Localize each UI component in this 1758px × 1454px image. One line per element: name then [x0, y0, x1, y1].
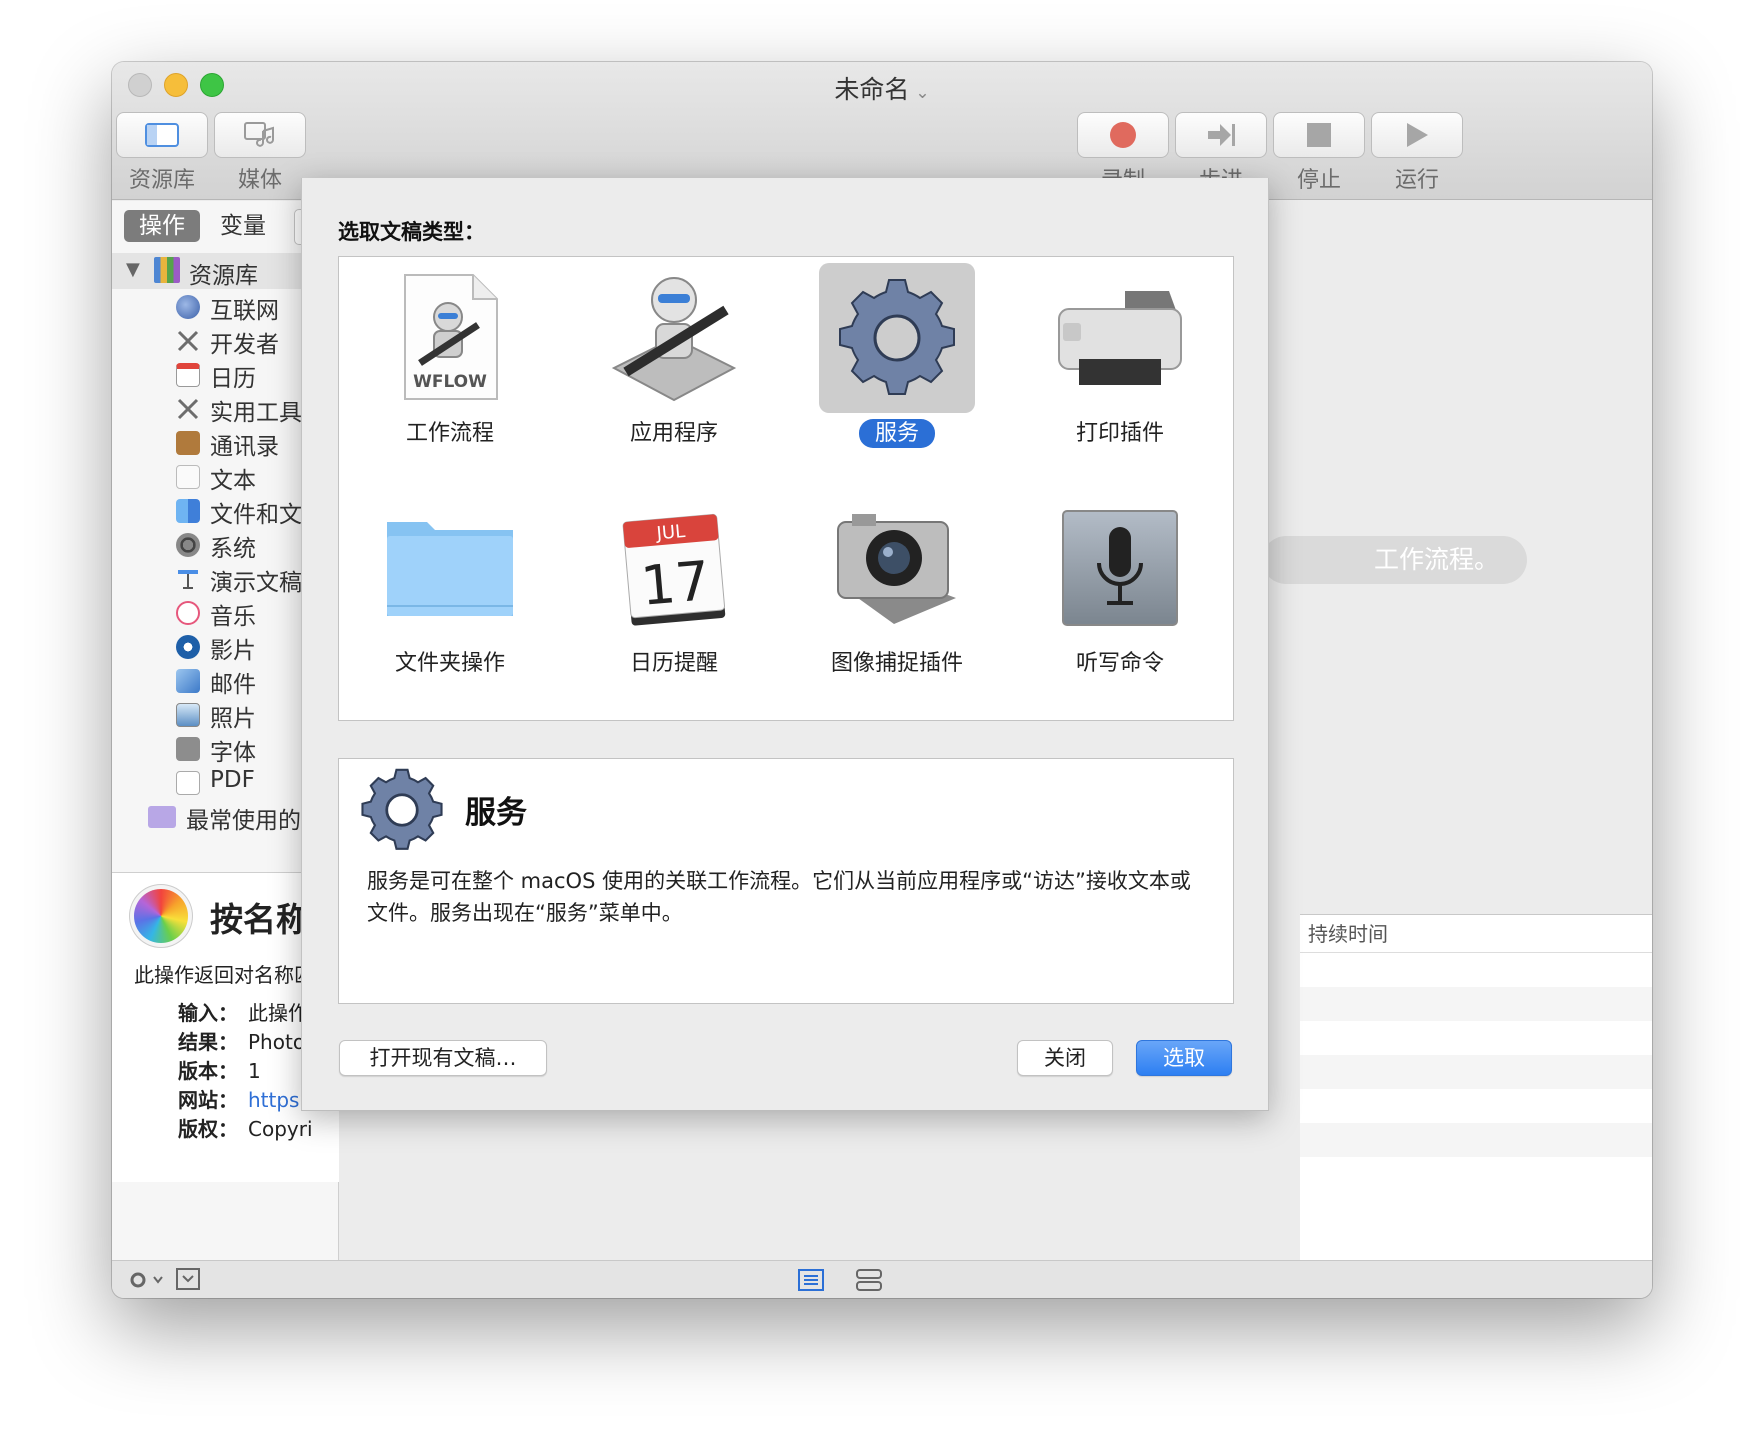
- type-label: 日历提醒: [629, 651, 718, 676]
- stop-icon: [1307, 123, 1331, 147]
- keynote-icon: [176, 567, 200, 591]
- type-dictation-command[interactable]: 听写命令: [1009, 487, 1231, 717]
- utilities-icon: [176, 397, 200, 421]
- document-type-grid: WFLOW 工作流程 应用程序 服务 打印插件 文件夹操作 JUL 17 日历提…: [338, 256, 1234, 721]
- info-row-copyright: 版权： Copyri: [178, 1117, 313, 1141]
- library-label: 资源库: [128, 168, 195, 193]
- type-service[interactable]: 服务: [786, 257, 1008, 487]
- library-toggle-button[interactable]: [116, 112, 208, 158]
- media-label: 媒体: [237, 168, 282, 193]
- smart-folder-icon: [148, 806, 176, 828]
- disclosure-triangle-icon[interactable]: ▼: [126, 259, 140, 280]
- run-button[interactable]: [1371, 112, 1463, 158]
- globe-icon: [176, 295, 200, 319]
- music-icon: [176, 601, 200, 625]
- photos-app-icon: [134, 889, 188, 943]
- calendar-icon: [176, 363, 200, 387]
- library-group-label: 资源库: [189, 263, 258, 289]
- svg-text:WFLOW: WFLOW: [413, 372, 487, 392]
- column-view-icon[interactable]: [856, 1269, 882, 1291]
- window-title[interactable]: 未命名 ⌄: [112, 70, 1652, 106]
- record-button[interactable]: [1077, 112, 1169, 158]
- step-button[interactable]: [1175, 112, 1267, 158]
- type-label: 图像捕捉插件: [830, 651, 963, 676]
- list-view-icon[interactable]: [798, 1269, 824, 1291]
- canvas-hint: 工作流程。: [1262, 536, 1527, 584]
- bottom-bar: [112, 1260, 1652, 1298]
- choose-button[interactable]: 选取: [1136, 1040, 1232, 1076]
- font-icon: [176, 737, 200, 761]
- text-icon: [176, 465, 200, 489]
- type-workflow[interactable]: WFLOW 工作流程: [339, 257, 561, 487]
- info-row-website: 网站： https://: [178, 1088, 320, 1112]
- pdf-icon: [176, 771, 200, 795]
- type-label: 文件夹操作: [394, 651, 505, 676]
- choose-document-type-sheet: 选取文稿类型： WFLOW 工作流程 应用程序 服务 打印插件 文件夹操作 JU…: [301, 178, 1269, 1111]
- contacts-icon: [176, 431, 200, 455]
- type-image-capture-plugin[interactable]: 图像捕捉插件: [786, 487, 1008, 717]
- info-row-result: 结果： Photos: [178, 1030, 316, 1054]
- gear-menu-icon[interactable]: [128, 1270, 168, 1290]
- tab-actions[interactable]: 操作: [124, 210, 200, 242]
- description-title: 服务: [465, 795, 527, 831]
- tab-variables[interactable]: 变量: [220, 210, 266, 242]
- svg-text:JUL: JUL: [655, 521, 686, 544]
- type-print-plugin[interactable]: 打印插件: [1009, 257, 1231, 487]
- stop-button[interactable]: [1273, 112, 1365, 158]
- photos-icon: [176, 703, 200, 727]
- type-label: 打印插件: [1075, 421, 1164, 446]
- library-books-icon: [154, 257, 180, 283]
- log-column-duration[interactable]: 持续时间: [1300, 915, 1652, 953]
- service-gear-icon: [361, 768, 443, 850]
- mail-icon: [176, 669, 200, 693]
- quicktime-icon: [176, 635, 200, 659]
- type-description-box: 服务 服务是可在整个 macOS 使用的关联工作流程。它们从当前应用程序或“访达…: [338, 758, 1234, 1004]
- sidebar-icon: [145, 123, 179, 147]
- show-description-icon[interactable]: [176, 1268, 200, 1290]
- close-button[interactable]: 关闭: [1017, 1040, 1113, 1076]
- type-calendar-alarm[interactable]: JUL 17 日历提醒: [563, 487, 785, 717]
- log-panel: 持续时间: [1300, 914, 1652, 1260]
- media-icon: [244, 122, 274, 147]
- automator-robot-icon: [596, 263, 752, 413]
- type-label: 听写命令: [1075, 651, 1164, 676]
- play-icon: [1407, 123, 1428, 147]
- workflow-file-icon: WFLOW: [372, 263, 528, 413]
- type-label: 服务: [786, 415, 1008, 448]
- tools-icon: [176, 329, 200, 353]
- type-label: 应用程序: [629, 421, 718, 446]
- record-icon: [1110, 122, 1136, 148]
- type-application[interactable]: 应用程序: [563, 257, 785, 487]
- finder-icon: [176, 499, 200, 523]
- run-label: 运行: [1394, 168, 1439, 193]
- folder-icon: [372, 493, 528, 643]
- description-text: 服务是可在整个 macOS 使用的关联工作流程。它们从当前应用程序或“访达”接收…: [367, 869, 1191, 925]
- step-icon: [1208, 124, 1235, 146]
- type-label: 工作流程: [405, 421, 494, 446]
- type-folder-action[interactable]: 文件夹操作: [339, 487, 561, 717]
- camera-icon: [819, 493, 975, 643]
- sheet-heading: 选取文稿类型：: [338, 220, 485, 244]
- microphone-icon: [1042, 493, 1198, 643]
- svg-text:17: 17: [638, 549, 712, 618]
- chevron-down-icon: ⌄: [915, 83, 930, 103]
- calendar-icon: JUL 17: [596, 493, 752, 643]
- media-button[interactable]: [214, 112, 306, 158]
- stop-label: 停止: [1296, 168, 1341, 193]
- printer-icon: [1042, 263, 1198, 413]
- system-gear-icon: [176, 533, 200, 557]
- service-gear-icon: [819, 263, 975, 413]
- open-existing-button[interactable]: 打开现有文稿…: [339, 1040, 547, 1076]
- info-row-version: 版本： 1: [178, 1059, 261, 1083]
